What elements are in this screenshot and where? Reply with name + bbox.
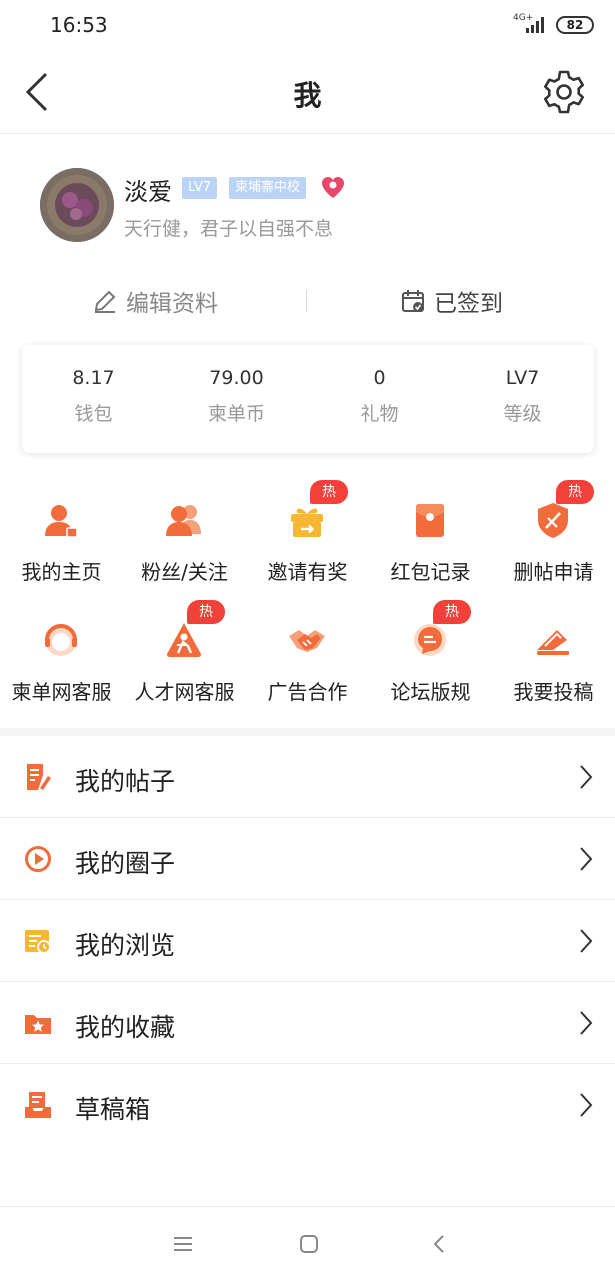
grid-item-my-homepage[interactable]: 我的主页 [0, 480, 123, 600]
hot-badge: 热 [433, 600, 471, 624]
chevron-right-icon [580, 847, 593, 871]
gear-icon[interactable] [540, 68, 588, 116]
stat-level[interactable]: LV7 等级 [451, 367, 594, 426]
heart-icon [322, 177, 344, 198]
circle-icon [25, 846, 51, 872]
forum-rules-icon [414, 624, 446, 656]
chevron-right-icon [580, 929, 593, 953]
signal-icon [526, 17, 544, 33]
menu-label: 我的收藏 [75, 1013, 176, 1042]
grid-label: 论坛版规 [390, 680, 471, 704]
menu-item-my-circles[interactable]: 我的圈子 [0, 818, 615, 900]
edit-profile-label: 编辑资料 [126, 291, 218, 317]
menu-item-my-posts[interactable]: 我的帖子 [0, 736, 615, 818]
action-divider [306, 290, 307, 312]
chevron-right-icon [580, 1093, 593, 1117]
grid-label: 人才网客服 [134, 680, 235, 704]
profile-actions: 编辑资料 已签到 [0, 270, 615, 332]
menu-label: 我的帖子 [75, 767, 176, 796]
red-packet-icon [416, 504, 444, 537]
posts-icon [27, 764, 51, 790]
username: 淡爱 [124, 178, 172, 206]
level-badge: LV7 [182, 177, 217, 199]
menu-label: 我的圈子 [75, 849, 176, 878]
user-home-icon [45, 505, 78, 538]
grid-item-forum-rules[interactable]: 热 论坛版规 [369, 600, 492, 720]
menu-item-history[interactable]: 我的浏览 [0, 900, 615, 982]
grid-item-talent-service[interactable]: 热 人才网客服 [123, 600, 246, 720]
grid-label: 柬单网客服 [11, 680, 112, 704]
history-icon [25, 930, 51, 954]
talent-service-icon [167, 623, 201, 657]
back-icon[interactable] [424, 1229, 454, 1259]
section-divider [0, 728, 615, 736]
menu-label: 草稿箱 [75, 1095, 151, 1124]
grid-item-ad-cooperation[interactable]: 广告合作 [246, 600, 369, 720]
avatar-image [40, 168, 114, 242]
stat-value: 0 [373, 367, 386, 389]
menu-list: 我的帖子 我的圈子 我的浏览 我的收藏 草稿箱 [0, 736, 615, 1146]
stats-card: 8.17 钱包 79.00 柬单币 0 礼物 LV7 等级 [22, 345, 594, 453]
top-nav: 我 [0, 52, 615, 134]
stat-label: 等级 [503, 403, 542, 425]
chevron-right-icon [580, 765, 593, 789]
stat-value: 79.00 [209, 367, 264, 389]
grid-label: 邀请有奖 [267, 560, 348, 584]
menu-icon[interactable] [168, 1229, 198, 1259]
school-badge: 柬埔寨中校 [229, 177, 307, 199]
grid-item-red-packet[interactable]: 红包记录 [369, 480, 492, 600]
system-nav-bar [0, 1206, 615, 1280]
page-title: 我 [293, 79, 322, 112]
grid-label: 删帖申请 [513, 560, 594, 584]
hot-badge: 热 [187, 600, 225, 624]
drafts-icon [25, 1092, 51, 1118]
grid-label: 广告合作 [267, 680, 348, 704]
stat-wallet[interactable]: 8.17 钱包 [22, 367, 165, 426]
menu-item-favorites[interactable]: 我的收藏 [0, 982, 615, 1064]
menu-label: 我的浏览 [75, 931, 176, 960]
stat-value: LV7 [505, 367, 540, 389]
stat-gifts[interactable]: 0 礼物 [308, 367, 451, 426]
menu-item-drafts[interactable]: 草稿箱 [0, 1064, 615, 1146]
pencil-icon [94, 290, 116, 313]
grid-item-delete-request[interactable]: 热 删帖申请 [492, 480, 615, 600]
grid-item-fans-follow[interactable]: 粉丝/关注 [123, 480, 246, 600]
feature-grid: 我的主页 粉丝/关注 热 邀请有奖 红包记录 热 删帖申请 柬单网客服 热 人才… [0, 480, 615, 720]
gift-icon [291, 508, 323, 537]
checkin-button[interactable]: 已签到 [400, 270, 503, 332]
chevron-right-icon [580, 1011, 593, 1035]
favorites-icon [25, 1015, 51, 1034]
calendar-check-icon [402, 290, 424, 312]
status-time: 16:53 [50, 13, 108, 37]
customer-service-icon [45, 624, 77, 656]
submit-icon [537, 630, 569, 655]
stat-label: 钱包 [74, 403, 113, 425]
stat-value: 8.17 [72, 367, 115, 389]
grid-item-invite[interactable]: 热 邀请有奖 [246, 480, 369, 600]
stat-label: 礼物 [360, 403, 399, 425]
grid-label: 粉丝/关注 [141, 560, 228, 584]
hot-badge: 热 [556, 480, 594, 504]
grid-label: 我的主页 [21, 560, 102, 584]
handshake-icon [289, 630, 325, 652]
grid-item-submit[interactable]: 我要投稿 [492, 600, 615, 720]
grid-label: 我要投稿 [513, 680, 594, 704]
delete-post-icon [538, 503, 568, 538]
home-icon[interactable] [294, 1229, 324, 1259]
battery-indicator: 82 [556, 16, 594, 34]
edit-profile-button[interactable]: 编辑资料 [92, 270, 218, 332]
avatar[interactable] [40, 168, 114, 242]
fans-icon [166, 505, 201, 536]
stat-coins[interactable]: 79.00 柬单币 [165, 367, 308, 426]
user-signature: 天行健，君子以自强不息 [124, 218, 334, 240]
grid-label: 红包记录 [390, 560, 471, 584]
grid-item-jd-service[interactable]: 柬单网客服 [0, 600, 123, 720]
status-bar: 16:53 4G+ 82 [0, 0, 615, 52]
hot-badge: 热 [310, 480, 348, 504]
checkin-label: 已签到 [434, 291, 503, 317]
stat-label: 柬单币 [207, 403, 265, 425]
